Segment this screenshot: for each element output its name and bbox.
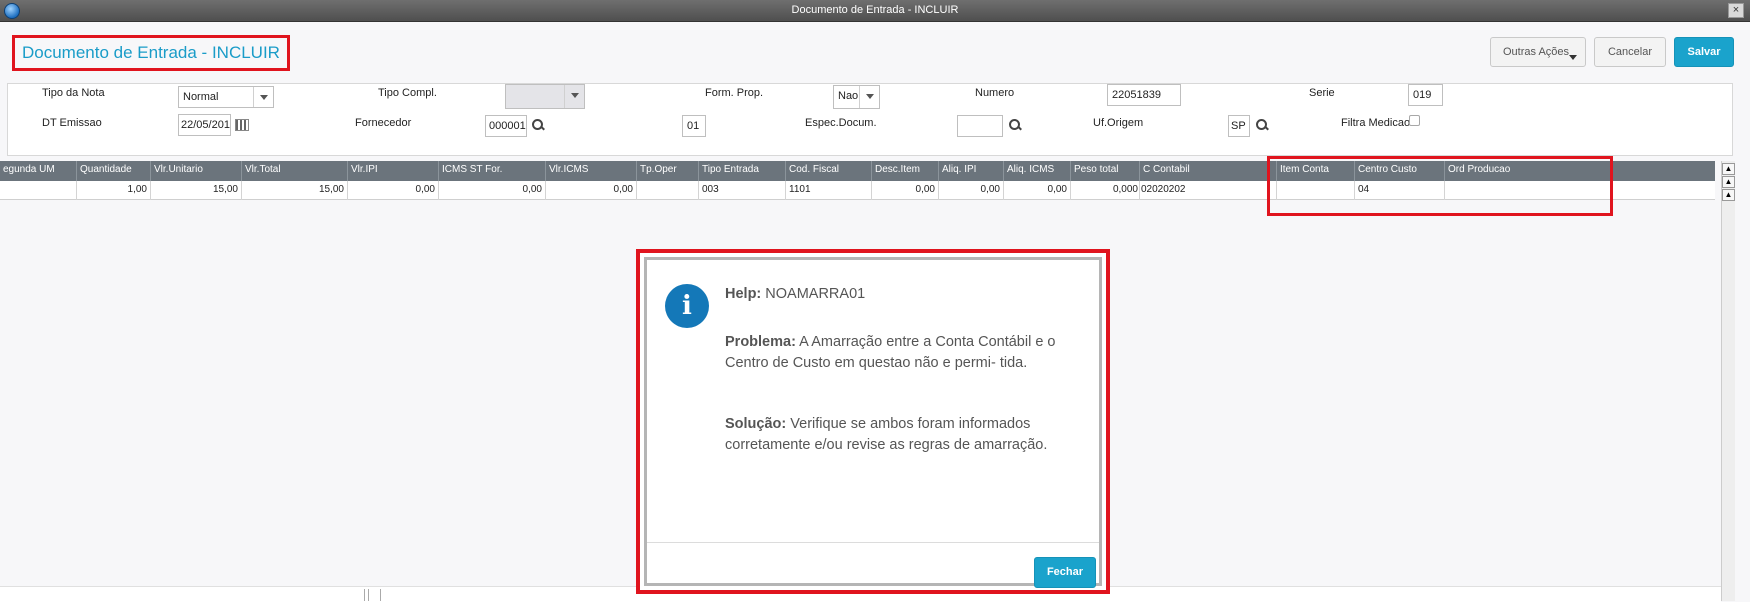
- numero-field[interactable]: 22051839: [1107, 84, 1181, 106]
- col-header-icms-st-for[interactable]: ICMS ST For.: [439, 161, 546, 181]
- cell-peso-total[interactable]: 0,000: [1071, 181, 1140, 200]
- outras-acoes-label: Outras Ações: [1503, 46, 1570, 58]
- col-header-tipo-entrada[interactable]: Tipo Entrada: [699, 161, 786, 181]
- cell-aliq-icms[interactable]: 0,00: [1004, 181, 1071, 200]
- filtra-medicao-label: Filtra Medicao: [1341, 117, 1411, 129]
- tipo-nota-label: Tipo da Nota: [42, 87, 105, 99]
- cell-c-contabil[interactable]: 02020202: [1140, 181, 1277, 200]
- col-header-tp-oper[interactable]: Tp.Oper: [637, 161, 699, 181]
- uf-origem-label: Uf.Origem: [1093, 117, 1144, 129]
- scroll-page-up-icon[interactable]: ▲: [1722, 176, 1735, 188]
- form-prop-label: Form. Prop.: [705, 87, 764, 99]
- outras-acoes-button[interactable]: Outras Ações: [1490, 37, 1586, 67]
- solucao-label: Solução:: [725, 416, 787, 432]
- solucao-line1: Verifique se ambos foram informados: [790, 416, 1031, 432]
- cell-tipo-entrada[interactable]: 003: [699, 181, 786, 200]
- cell-vlr-total[interactable]: 15,00: [242, 181, 348, 200]
- fornecedor-field[interactable]: 000001: [485, 115, 527, 137]
- window-titlebar: Documento de Entrada - INCLUIR ×: [0, 0, 1750, 22]
- solucao-line2: corretamente e/ou revise as regras de am…: [725, 437, 1048, 453]
- scroll-up-icon[interactable]: ▲: [1722, 189, 1735, 201]
- search-icon[interactable]: [1008, 118, 1022, 132]
- main-window: Documento de Entrada - INCLUIR × Documen…: [0, 0, 1750, 602]
- close-dialog-button[interactable]: Fechar: [1034, 557, 1096, 588]
- status-divider: [364, 589, 365, 601]
- col-header-aliq-icms[interactable]: Aliq. ICMS: [1004, 161, 1071, 181]
- tipo-nota-select[interactable]: Normal: [178, 86, 274, 108]
- accounting-columns-highlight: [1267, 156, 1613, 216]
- page-title: Documento de Entrada - INCLUIR: [12, 35, 290, 71]
- search-icon[interactable]: [1255, 118, 1269, 132]
- tipo-nota-value: Normal: [183, 91, 219, 103]
- espec-docum-label: Espec.Docum.: [805, 117, 877, 129]
- form-panel: Tipo da Nota Normal Tipo Compl. Form. Pr…: [7, 83, 1733, 156]
- chevron-down-icon: [1569, 55, 1577, 60]
- problema-line2: Centro de Custo em questao não e permi- …: [725, 355, 1028, 371]
- col-header-cod-fiscal[interactable]: Cod. Fiscal: [786, 161, 872, 181]
- info-icon: i: [665, 284, 709, 328]
- help-line: Help: NOAMARRA01: [725, 284, 865, 305]
- cell-desc-item[interactable]: 0,00: [872, 181, 939, 200]
- solucao-text: Solução: Verifique se ambos foram inform…: [725, 414, 1047, 456]
- help-dialog-highlight: i Help: NOAMARRA01 Problema: A Amarração…: [636, 249, 1110, 594]
- cell-tp-oper[interactable]: [637, 181, 699, 200]
- help-label: Help:: [725, 286, 762, 302]
- form-prop-value: Nao: [838, 90, 859, 102]
- help-dialog: i Help: NOAMARRA01 Problema: A Amarração…: [644, 257, 1102, 588]
- col-header-vlr-icms[interactable]: Vlr.ICMS: [546, 161, 637, 181]
- cell-vlr-unitario[interactable]: 15,00: [151, 181, 242, 200]
- chevron-down-icon[interactable]: [859, 86, 879, 108]
- form-prop-select[interactable]: Nao: [833, 85, 880, 109]
- help-code: NOAMARRA01: [765, 286, 866, 302]
- chevron-down-icon: [564, 85, 584, 108]
- serie-label: Serie: [1309, 87, 1335, 99]
- problema-line1: A Amarração entre a Conta Contábil e o: [799, 334, 1056, 350]
- tipo-compl-label: Tipo Compl.: [378, 87, 437, 99]
- chevron-down-icon[interactable]: [253, 87, 273, 107]
- status-divider: [380, 589, 381, 601]
- col-header-aliq-ipi[interactable]: Aliq. IPI: [939, 161, 1004, 181]
- col-header-c-contabil[interactable]: C Contabil: [1140, 161, 1277, 181]
- col-header-desc-item[interactable]: Desc.Item: [872, 161, 939, 181]
- dt-emissao-label: DT Emissao: [42, 117, 102, 129]
- search-icon[interactable]: [531, 118, 545, 132]
- cell-quantidade[interactable]: 1,00: [77, 181, 151, 200]
- col-header-quantidade[interactable]: Quantidade: [77, 161, 151, 181]
- col-header-peso-total[interactable]: Peso total: [1071, 161, 1140, 181]
- cell-cod-fiscal[interactable]: 1101: [786, 181, 872, 200]
- window-title: Documento de Entrada - INCLUIR: [791, 4, 959, 16]
- cell-segunda-um[interactable]: [0, 181, 77, 200]
- dt-emissao-field[interactable]: 22/05/2019: [178, 114, 231, 136]
- uf-origem-field[interactable]: SP: [1228, 115, 1250, 137]
- col-header-vlr-ipi[interactable]: Vlr.IPI: [348, 161, 439, 181]
- col-header-segunda-um[interactable]: egunda UM: [0, 161, 77, 181]
- col-header-vlr-total[interactable]: Vlr.Total: [242, 161, 348, 181]
- cell-aliq-ipi[interactable]: 0,00: [939, 181, 1004, 200]
- cancel-button[interactable]: Cancelar: [1594, 37, 1666, 67]
- fornecedor-loja-field[interactable]: 01: [682, 115, 706, 137]
- tipo-compl-select: [505, 84, 585, 109]
- window-close-button[interactable]: ×: [1728, 3, 1744, 18]
- cell-icms-st-for[interactable]: 0,00: [439, 181, 546, 200]
- calendar-icon[interactable]: [235, 119, 249, 131]
- col-header-vlr-unitario[interactable]: Vlr.Unitario: [151, 161, 242, 181]
- cell-vlr-icms[interactable]: 0,00: [546, 181, 637, 200]
- scroll-top-icon[interactable]: ▲: [1722, 163, 1735, 175]
- serie-field[interactable]: 019: [1408, 84, 1443, 106]
- filtra-medicao-checkbox[interactable]: [1409, 115, 1420, 126]
- cell-vlr-ipi[interactable]: 0,00: [348, 181, 439, 200]
- grid-scrollbar[interactable]: ▲ ▲ ▲: [1721, 161, 1735, 601]
- fornecedor-label: Fornecedor: [355, 117, 412, 129]
- save-button[interactable]: Salvar: [1674, 37, 1734, 67]
- espec-docum-field[interactable]: [957, 115, 1003, 137]
- problema-label: Problema:: [725, 334, 796, 350]
- dialog-divider: [647, 542, 1099, 543]
- numero-label: Numero: [975, 87, 1015, 99]
- problema-text: Problema: A Amarração entre a Conta Cont…: [725, 332, 1055, 374]
- status-divider: [368, 589, 369, 601]
